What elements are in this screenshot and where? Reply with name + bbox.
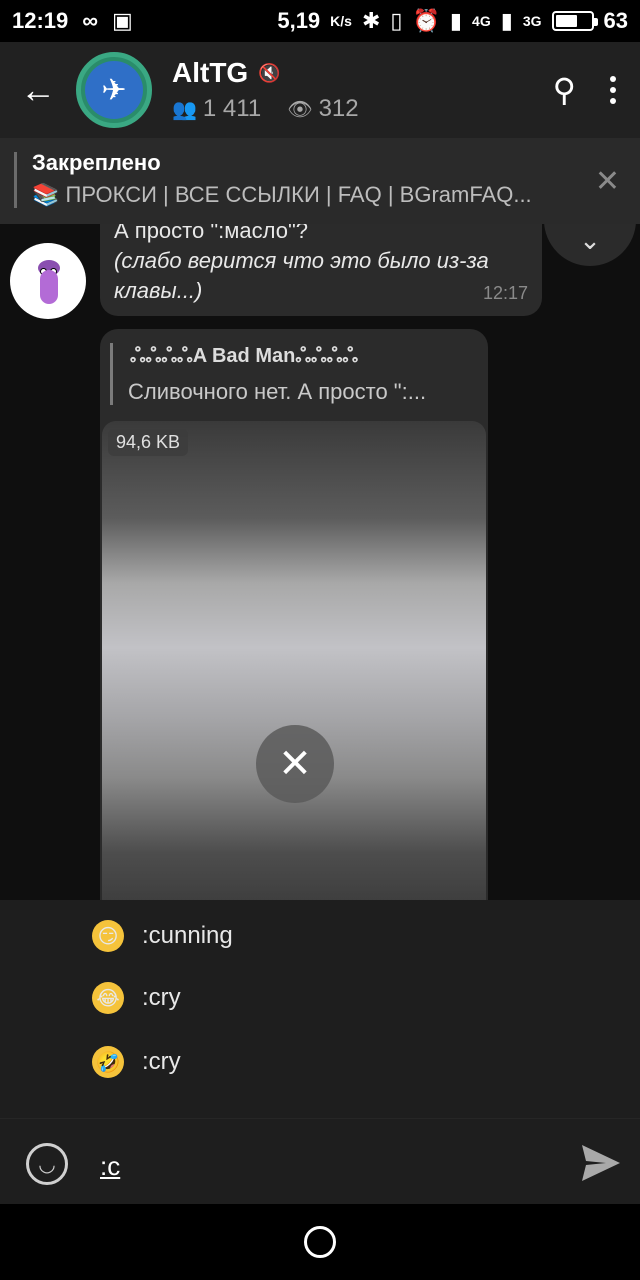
message-bubble[interactable]: ஃஃஃஃA Bad Manஃஃஃஃ Сливочного нет. А прос…	[100, 329, 488, 900]
pinned-message-bar[interactable]: Закреплено 📚 ПРОКСИ | ВСЕ ССЫЛКИ | FAQ |…	[0, 138, 640, 224]
status-bar: 12:19 ∞ ▣ 5,19 K/s ✱ ▯ ⏰ ▮ 4G ▮ 3G 63	[0, 0, 640, 42]
net-speed-unit: K/s	[330, 13, 352, 29]
search-icon[interactable]: ⚲	[553, 71, 576, 109]
members-count: 1 411	[202, 95, 262, 122]
chevron-down-icon: ⌄	[579, 224, 601, 255]
smirk-emoji-icon: 😏	[92, 920, 124, 952]
message-input-bar: ◡ :c	[0, 1118, 640, 1204]
suggestion-item[interactable]: 🤣 :cry	[92, 1046, 181, 1078]
suggestion-label: :cunning	[142, 922, 233, 949]
emoji-keyboard-icon[interactable]: ◡	[26, 1143, 68, 1185]
close-icon: ✕	[278, 742, 312, 786]
cockroach-avatar-icon	[28, 254, 68, 308]
bluetooth-icon: ✱	[361, 8, 381, 33]
message-text-line: клавы...)	[114, 278, 203, 303]
net-speed: 5,19	[277, 8, 321, 33]
reply-text: Сливочного нет. А просто ":...	[128, 379, 427, 404]
signal-icon: ▮	[449, 8, 463, 33]
message-time: 12:17	[482, 283, 528, 303]
views-count-wrap: 👁 312	[287, 95, 358, 123]
image-icon: ▣	[111, 8, 133, 33]
message-bubble[interactable]: А просто ":масло"? (слабо верится что эт…	[100, 224, 542, 316]
cancel-download-button[interactable]: ✕	[256, 725, 334, 803]
channel-title: AltTG	[172, 57, 249, 88]
battery-percent: 63	[603, 8, 628, 33]
vibrate-icon: ▯	[390, 8, 403, 33]
jet-icon: ✈	[85, 61, 143, 119]
tears-of-joy-emoji-icon: 😂	[92, 982, 124, 1014]
channel-avatar[interactable]: ✈	[76, 52, 152, 128]
pinned-indicator	[14, 152, 17, 208]
chat-area[interactable]: А просто ":масло"? (слабо верится что эт…	[0, 224, 640, 900]
reply-indicator	[110, 343, 113, 405]
eye-icon: 👁	[287, 99, 313, 121]
system-navigation-bar	[0, 1204, 640, 1280]
message-input[interactable]: :c	[100, 1151, 120, 1182]
signal-icon-2: ▮	[500, 8, 513, 33]
status-time: 12:19	[12, 8, 69, 33]
suggestion-label: :cry	[142, 984, 181, 1011]
alarm-icon: ⏰	[412, 8, 440, 33]
network-type-1: 4G	[472, 13, 491, 29]
media-preview[interactable]: 94,6 KB ✕	[102, 421, 486, 900]
close-pinned-icon[interactable]: ✕	[595, 164, 620, 199]
emoji-suggestion-list: 😏 :cunning 😂 :cry 🤣 :cry	[0, 900, 640, 1118]
reply-author: ஃஃஃஃA Bad Manஃஃஃஃ	[130, 345, 359, 367]
network-type-2: 3G	[522, 13, 542, 29]
suggestion-item[interactable]: 😂 :cry	[92, 982, 181, 1014]
file-size-badge: 94,6 KB	[108, 429, 189, 456]
views-count: 312	[318, 95, 359, 122]
channel-info[interactable]: AltTG 🔇 👥 1 411 👁 312	[172, 57, 359, 123]
muted-icon: 🔇	[258, 62, 281, 83]
send-icon[interactable]	[580, 1143, 622, 1183]
battery-icon	[551, 11, 598, 31]
home-button[interactable]	[304, 1226, 336, 1258]
reply-quote[interactable]: ஃஃஃஃA Bad Manஃஃஃஃ Сливочного нет. А прос…	[110, 343, 478, 407]
more-menu-icon[interactable]	[610, 76, 616, 104]
pinned-text: 📚 ПРОКСИ | ВСЕ ССЫЛКИ | FAQ | BGramFAQ..…	[32, 182, 532, 207]
members-count-wrap: 👥 1 411	[172, 95, 261, 123]
members-icon: 👥	[172, 99, 197, 121]
suggestion-label: :cry	[142, 1048, 181, 1075]
pinned-title: Закреплено	[32, 150, 161, 175]
message-text-line: (слабо верится что это было из-за	[114, 248, 489, 273]
suggestion-item[interactable]: 😏 :cunning	[92, 920, 233, 952]
rofl-emoji-icon: 🤣	[92, 1046, 124, 1078]
scroll-down-button[interactable]: ⌄	[544, 224, 636, 266]
infinity-icon: ∞	[82, 8, 98, 33]
message-text-line: А просто ":масло"?	[114, 224, 308, 243]
back-arrow-icon[interactable]: ←	[0, 69, 76, 111]
user-avatar[interactable]	[10, 243, 86, 319]
chat-header: ← ✈ AltTG 🔇 👥 1 411 👁 312 ⚲	[0, 42, 640, 138]
